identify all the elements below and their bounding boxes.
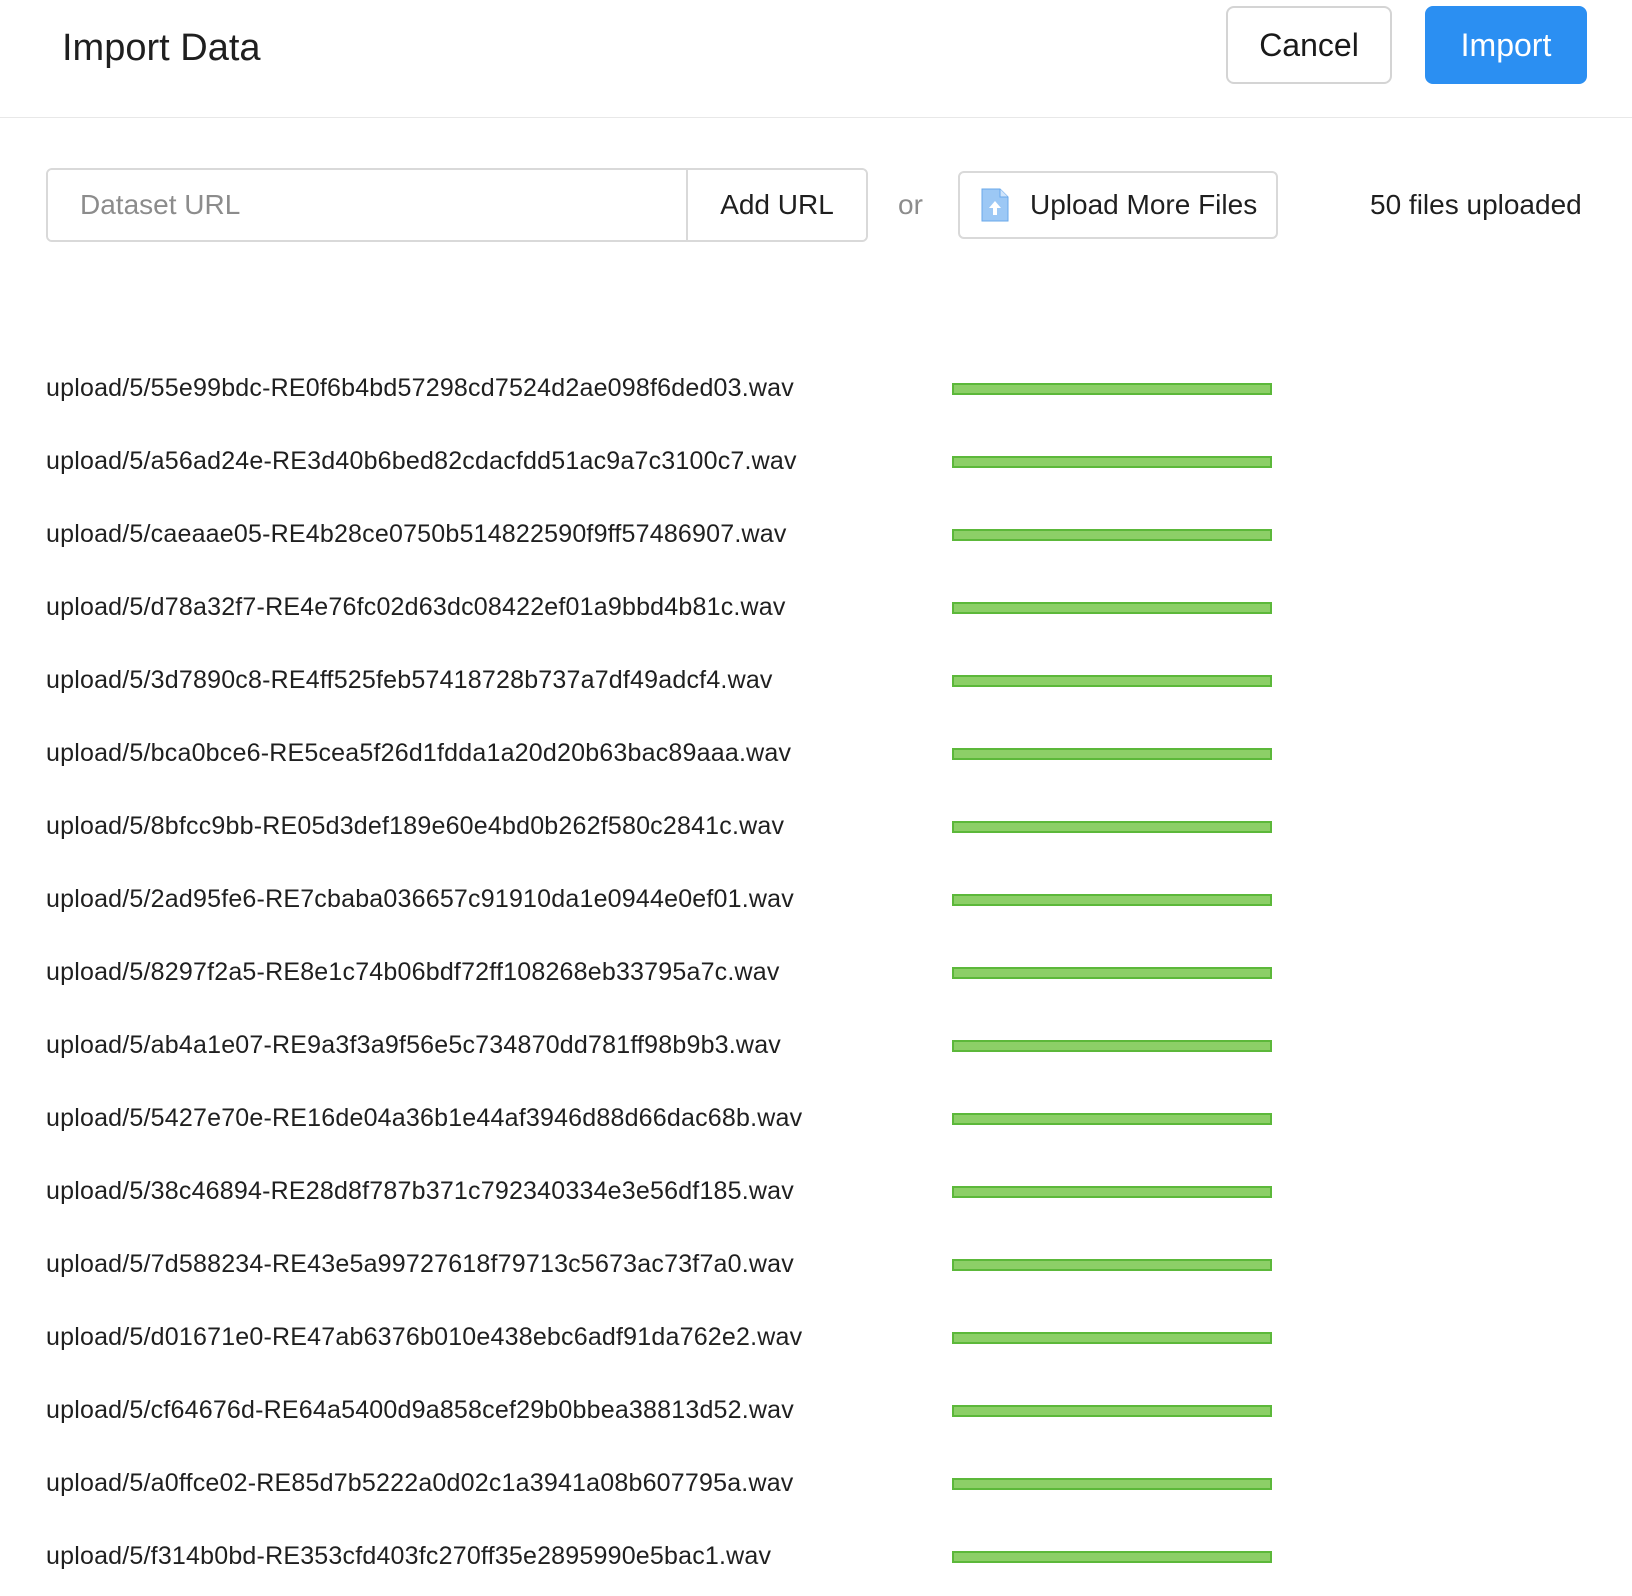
file-name: upload/5/cf64676d-RE64a5400d9a858cef29b0…: [46, 1396, 794, 1424]
file-name: upload/5/2ad95fe6-RE7cbaba036657c91910da…: [46, 885, 794, 913]
upload-progress-fill: [952, 748, 1272, 760]
file-row: upload/5/7d588234-RE43e5a99727618f79713c…: [46, 1231, 1346, 1304]
file-name: upload/5/caeaae05-RE4b28ce0750b514822590…: [46, 520, 787, 548]
upload-progress-bar: [952, 821, 1272, 833]
upload-progress-fill: [952, 602, 1272, 614]
file-row: upload/5/ab4a1e07-RE9a3f3a9f56e5c734870d…: [46, 1012, 1346, 1085]
file-upload-icon: [981, 188, 1009, 222]
page-title: Import Data: [62, 27, 261, 69]
file-name: upload/5/ab4a1e07-RE9a3f3a9f56e5c734870d…: [46, 1031, 781, 1059]
file-name: upload/5/f314b0bd-RE353cfd403fc270ff35e2…: [46, 1542, 772, 1570]
dataset-url-input[interactable]: [48, 170, 686, 240]
upload-progress-fill: [952, 456, 1272, 468]
upload-progress-bar: [952, 1332, 1272, 1344]
upload-progress-bar: [952, 1478, 1272, 1490]
upload-progress-bar: [952, 748, 1272, 760]
file-row: upload/5/8297f2a5-RE8e1c74b06bdf72ff1082…: [46, 939, 1346, 1012]
upload-progress-bar: [952, 383, 1272, 395]
file-name: upload/5/8bfcc9bb-RE05d3def189e60e4bd0b2…: [46, 812, 785, 840]
upload-progress-fill: [952, 1186, 1272, 1198]
file-name: upload/5/38c46894-RE28d8f787b371c7923403…: [46, 1177, 794, 1205]
upload-progress-fill: [952, 1332, 1272, 1344]
upload-progress-bar: [952, 1259, 1272, 1271]
file-row: upload/5/38c46894-RE28d8f787b371c7923403…: [46, 1158, 1346, 1231]
upload-progress-bar: [952, 894, 1272, 906]
upload-progress-fill: [952, 1478, 1272, 1490]
file-row: upload/5/caeaae05-RE4b28ce0750b514822590…: [46, 501, 1346, 574]
file-row: upload/5/2ad95fe6-RE7cbaba036657c91910da…: [46, 866, 1346, 939]
upload-progress-fill: [952, 967, 1272, 979]
upload-more-files-label: Upload More Files: [1030, 189, 1258, 220]
file-name: upload/5/bca0bce6-RE5cea5f26d1fdda1a20d2…: [46, 739, 792, 767]
upload-progress-bar: [952, 1405, 1272, 1417]
file-name: upload/5/d78a32f7-RE4e76fc02d63dc08422ef…: [46, 593, 786, 621]
or-separator: or: [898, 189, 923, 220]
url-input-group: Add URL: [46, 168, 868, 242]
upload-progress-fill: [952, 821, 1272, 833]
dialog-header: Import Data Cancel Import: [0, 0, 1632, 118]
upload-progress-fill: [952, 383, 1272, 395]
file-name: upload/5/55e99bdc-RE0f6b4bd57298cd7524d2…: [46, 374, 794, 402]
upload-progress-fill: [952, 675, 1272, 687]
upload-more-files-button[interactable]: Upload More Files: [958, 171, 1278, 239]
files-uploaded-count: 50 files uploaded: [1370, 189, 1582, 220]
upload-progress-bar: [952, 1113, 1272, 1125]
upload-progress-bar: [952, 1186, 1272, 1198]
file-name: upload/5/3d7890c8-RE4ff525feb57418728b73…: [46, 666, 773, 694]
upload-progress-fill: [952, 894, 1272, 906]
file-row: upload/5/55e99bdc-RE0f6b4bd57298cd7524d2…: [46, 355, 1346, 428]
file-row: upload/5/cf64676d-RE64a5400d9a858cef29b0…: [46, 1377, 1346, 1450]
file-row: upload/5/5427e70e-RE16de04a36b1e44af3946…: [46, 1085, 1346, 1158]
upload-progress-bar: [952, 967, 1272, 979]
add-url-button[interactable]: Add URL: [686, 170, 866, 240]
upload-progress-bar: [952, 602, 1272, 614]
upload-progress-bar: [952, 456, 1272, 468]
cancel-button[interactable]: Cancel: [1226, 6, 1392, 84]
upload-progress-bar: [952, 529, 1272, 541]
file-row: upload/5/bca0bce6-RE5cea5f26d1fdda1a20d2…: [46, 720, 1346, 793]
upload-progress-bar: [952, 1551, 1272, 1563]
file-row: upload/5/d01671e0-RE47ab6376b010e438ebc6…: [46, 1304, 1346, 1377]
upload-progress-fill: [952, 1259, 1272, 1271]
file-name: upload/5/7d588234-RE43e5a99727618f79713c…: [46, 1250, 794, 1278]
upload-progress-bar: [952, 675, 1272, 687]
upload-progress-fill: [952, 1405, 1272, 1417]
file-row: upload/5/d78a32f7-RE4e76fc02d63dc08422ef…: [46, 574, 1346, 647]
upload-progress-fill: [952, 1113, 1272, 1125]
upload-progress-fill: [952, 1040, 1272, 1052]
file-name: upload/5/a0ffce02-RE85d7b5222a0d02c1a394…: [46, 1469, 794, 1497]
upload-progress-bar: [952, 1040, 1272, 1052]
file-row: upload/5/a0ffce02-RE85d7b5222a0d02c1a394…: [46, 1450, 1346, 1523]
file-row: upload/5/f314b0bd-RE353cfd403fc270ff35e2…: [46, 1523, 1346, 1596]
file-row: upload/5/8bfcc9bb-RE05d3def189e60e4bd0b2…: [46, 793, 1346, 866]
file-name: upload/5/d01671e0-RE47ab6376b010e438ebc6…: [46, 1323, 803, 1351]
file-name: upload/5/a56ad24e-RE3d40b6bed82cdacfdd51…: [46, 447, 797, 475]
import-button[interactable]: Import: [1425, 6, 1587, 84]
file-row: upload/5/a56ad24e-RE3d40b6bed82cdacfdd51…: [46, 428, 1346, 501]
file-row: upload/5/3d7890c8-RE4ff525feb57418728b73…: [46, 647, 1346, 720]
file-name: upload/5/5427e70e-RE16de04a36b1e44af3946…: [46, 1104, 803, 1132]
file-name: upload/5/8297f2a5-RE8e1c74b06bdf72ff1082…: [46, 958, 780, 986]
upload-progress-fill: [952, 529, 1272, 541]
upload-progress-fill: [952, 1551, 1272, 1563]
uploaded-file-list: upload/5/55e99bdc-RE0f6b4bd57298cd7524d2…: [46, 355, 1346, 1596]
